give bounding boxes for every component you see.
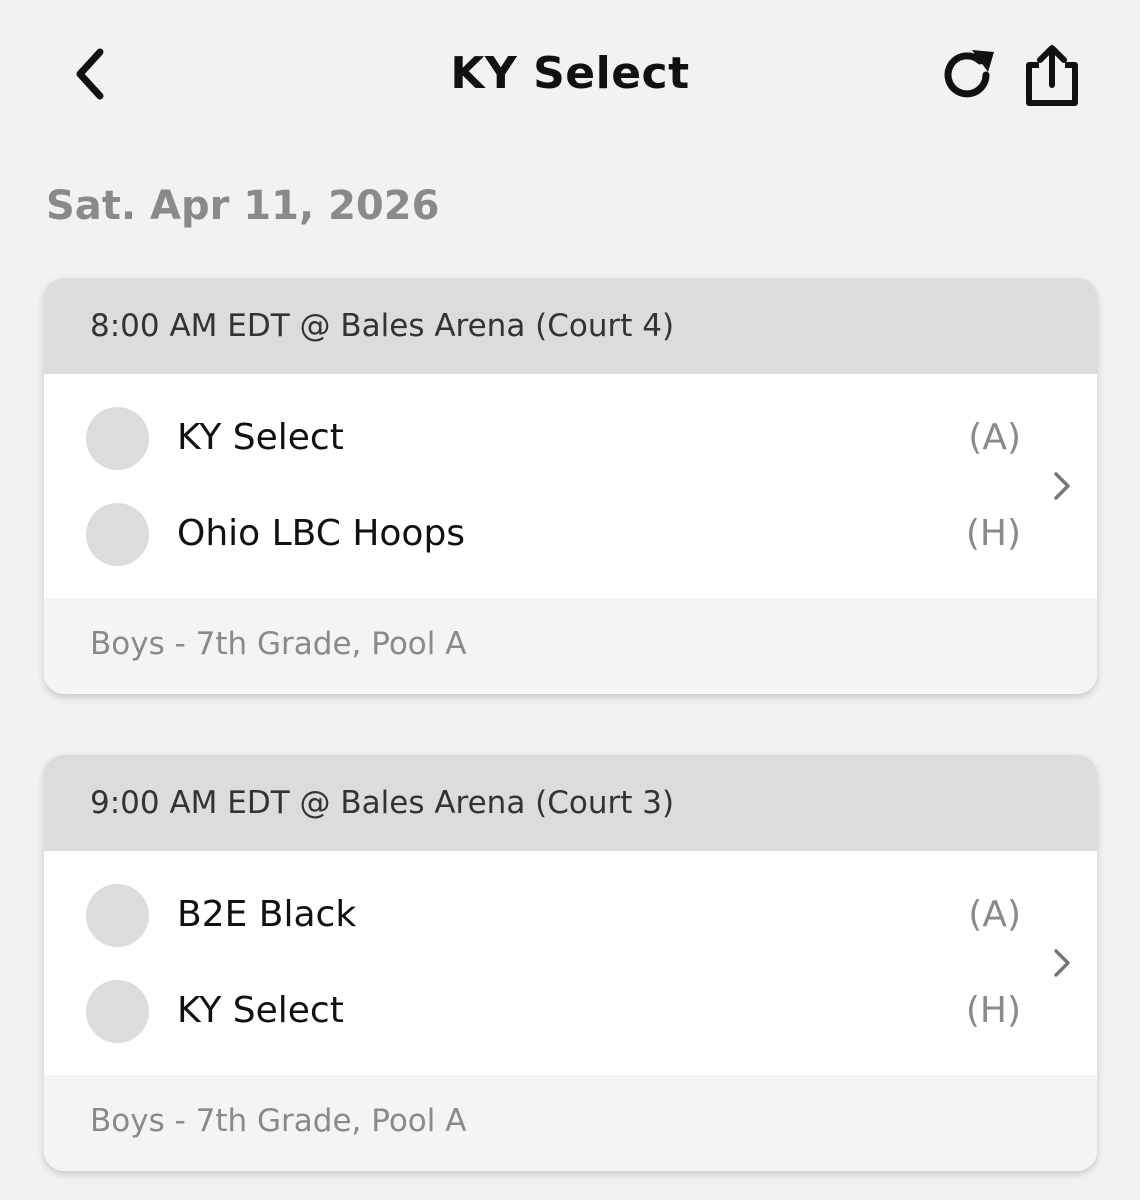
team-avatar (86, 407, 149, 470)
team-name: KY Select (177, 990, 344, 1031)
top-bar: KY Select (0, 0, 1140, 150)
team-row: KY Select (H) (44, 977, 1097, 1047)
team-side: (H) (965, 513, 1021, 554)
team-row: B2E Black (A) (44, 881, 1097, 951)
game-header: 9:00 AM EDT @ Bales Arena (Court 3) (44, 755, 1097, 851)
game-division: Boys - 7th Grade, Pool A (90, 1103, 467, 1139)
game-division: Boys - 7th Grade, Pool A (90, 626, 467, 662)
team-avatar (86, 884, 149, 947)
game-footer: Boys - 7th Grade, Pool A (44, 1075, 1097, 1171)
chevron-right-icon (1050, 943, 1074, 983)
team-side: (A) (968, 894, 1021, 935)
team-row: KY Select (A) (44, 404, 1097, 474)
game-card[interactable]: 8:00 AM EDT @ Bales Arena (Court 4) KY S… (44, 278, 1097, 694)
game-card[interactable]: 9:00 AM EDT @ Bales Arena (Court 3) B2E … (44, 755, 1097, 1171)
team-avatar (86, 980, 149, 1043)
team-avatar (86, 503, 149, 566)
chevron-right-icon (1050, 466, 1074, 506)
refresh-icon (944, 50, 994, 98)
team-row: Ohio LBC Hoops (H) (44, 500, 1097, 570)
share-button[interactable] (1016, 40, 1088, 112)
game-footer: Boys - 7th Grade, Pool A (44, 598, 1097, 694)
game-header: 8:00 AM EDT @ Bales Arena (Court 4) (44, 278, 1097, 374)
game-time-location: 9:00 AM EDT @ Bales Arena (Court 3) (90, 785, 675, 821)
date-heading: Sat. Apr 11, 2026 (46, 183, 440, 229)
share-icon (1026, 45, 1078, 106)
refresh-button[interactable] (934, 42, 1000, 108)
game-time-location: 8:00 AM EDT @ Bales Arena (Court 4) (90, 308, 675, 344)
team-name: Ohio LBC Hoops (177, 513, 466, 554)
team-side: (H) (965, 990, 1021, 1031)
team-name: B2E Black (177, 894, 357, 935)
team-name: KY Select (177, 417, 344, 458)
team-side: (A) (968, 417, 1021, 458)
